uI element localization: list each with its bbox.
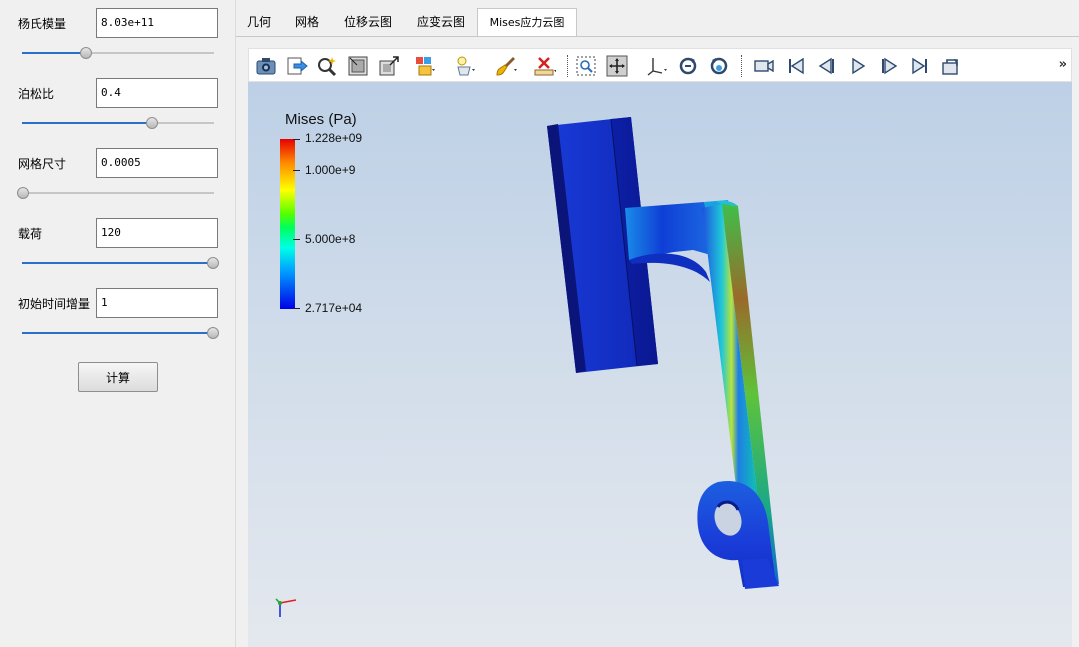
first-frame-icon[interactable] <box>783 53 809 79</box>
slider-handle[interactable] <box>207 327 219 339</box>
youngs-modulus-label: 杨氏模量 <box>18 17 67 31</box>
toolbar-separator <box>741 55 742 77</box>
youngs-modulus-slider[interactable] <box>22 46 214 60</box>
slider-handle[interactable] <box>80 47 92 59</box>
tab-displacement[interactable]: 位移云图 <box>332 8 404 36</box>
measure-icon[interactable] <box>532 53 558 79</box>
viewer-toolbar: » <box>248 48 1072 82</box>
parameter-panel: 杨氏模量 8.03e+11 泊松比 0.4 网格尺寸 0.0005 载荷 120… <box>0 0 236 647</box>
video-camera-icon[interactable] <box>751 53 777 79</box>
load-label: 载荷 <box>18 227 43 241</box>
mesh-size-label: 网格尺寸 <box>18 157 67 171</box>
initial-time-increment-label: 初始时间增量 <box>18 297 91 311</box>
lighting-icon[interactable] <box>452 53 478 79</box>
rotate-cw-icon[interactable] <box>675 53 701 79</box>
initial-time-increment-slider[interactable] <box>22 326 219 340</box>
loop-icon[interactable] <box>938 53 964 79</box>
prev-frame-icon[interactable] <box>814 53 840 79</box>
maximize-icon[interactable] <box>376 53 402 79</box>
last-frame-icon[interactable] <box>907 53 933 79</box>
slider-fill <box>22 262 213 264</box>
fit-view-icon[interactable] <box>345 53 371 79</box>
rotate-ccw-icon[interactable] <box>706 53 732 79</box>
load-input[interactable]: 120 <box>96 218 218 248</box>
slider-handle[interactable] <box>146 117 158 129</box>
toolbar-more-icon[interactable]: » <box>1059 57 1067 72</box>
toolbar-separator <box>567 55 568 77</box>
youngs-modulus-input[interactable]: 8.03e+11 <box>96 8 218 38</box>
slider-fill <box>22 122 152 124</box>
camera-icon[interactable] <box>253 53 279 79</box>
zoom-box-icon[interactable] <box>573 53 599 79</box>
stress-model <box>547 117 779 589</box>
next-frame-icon[interactable] <box>876 53 902 79</box>
tab-mises-stress[interactable]: Mises应力云图 <box>477 8 577 36</box>
slider-handle[interactable] <box>17 187 29 199</box>
pan-icon[interactable] <box>604 53 630 79</box>
slider-fill <box>22 52 86 54</box>
tab-strain[interactable]: 应变云图 <box>406 8 476 36</box>
mesh-size-slider[interactable] <box>17 186 214 200</box>
render-viewport[interactable]: Mises (Pa) 1.228e+09 1.000e+9 5.000e+8 2… <box>248 82 1072 647</box>
axes-icon[interactable] <box>643 53 669 79</box>
calculate-button[interactable]: 计算 <box>78 362 158 392</box>
play-icon[interactable] <box>845 53 871 79</box>
mesh-size-input[interactable]: 0.0005 <box>96 148 218 178</box>
display-mode-icon[interactable] <box>412 53 438 79</box>
slider-fill <box>22 332 213 334</box>
poisson-ratio-label: 泊松比 <box>18 87 55 101</box>
load-slider[interactable] <box>22 256 219 270</box>
initial-time-increment-input[interactable]: 1 <box>96 288 218 318</box>
slider-handle[interactable] <box>207 257 219 269</box>
tab-mesh[interactable]: 网格 <box>284 8 330 36</box>
poisson-ratio-slider[interactable] <box>22 116 214 130</box>
export-icon[interactable] <box>284 53 310 79</box>
tab-geometry[interactable]: 几何 <box>236 8 282 36</box>
brush-icon[interactable] <box>493 53 519 79</box>
poisson-ratio-input[interactable]: 0.4 <box>96 78 218 108</box>
orientation-axes <box>275 598 297 617</box>
zoom-magic-icon[interactable] <box>314 53 340 79</box>
